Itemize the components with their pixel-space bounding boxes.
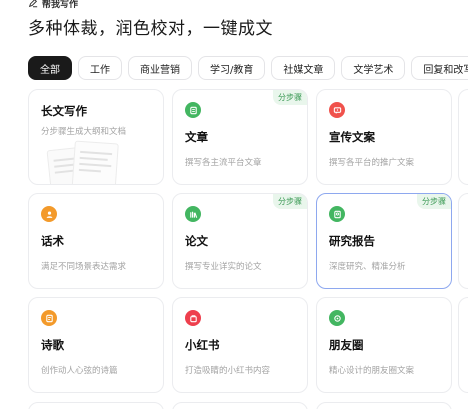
tab-education[interactable]: 学习/教育 bbox=[198, 56, 266, 80]
card-article[interactable]: 分步骤 文章 撰写各主流平台文章 bbox=[172, 89, 308, 185]
card-partial[interactable] bbox=[172, 402, 308, 409]
step-badge: 分步骤 bbox=[273, 90, 307, 105]
tab-reply-rewrite[interactable]: 回复和改写 bbox=[411, 56, 468, 80]
card-moments[interactable]: 朋友圈 精心设计的朋友圈文案 bbox=[316, 297, 452, 393]
card-desc: 分步骤生成大纲和文档 bbox=[41, 127, 127, 137]
books-icon bbox=[185, 206, 201, 222]
megaphone-icon bbox=[329, 102, 345, 118]
card-title: 诗歌 bbox=[41, 338, 64, 352]
person-icon bbox=[41, 206, 57, 222]
tab-all[interactable]: 全部 bbox=[28, 56, 72, 80]
card-thesis[interactable]: 分步骤 论文 撰写专业详实的论文 bbox=[172, 193, 308, 289]
card-title: 小红书 bbox=[185, 338, 220, 352]
moments-icon bbox=[329, 310, 345, 326]
card-title: 长文写作 bbox=[41, 104, 87, 118]
card-desc: 撰写专业详实的论文 bbox=[185, 262, 262, 272]
card-title: 研究报告 bbox=[329, 234, 375, 248]
card-title: 文章 bbox=[185, 130, 208, 144]
tab-social-media[interactable]: 社媒文章 bbox=[271, 56, 336, 80]
card-desc: 满足不同场景表达需求 bbox=[41, 262, 127, 272]
card-partial[interactable] bbox=[458, 297, 468, 393]
poem-icon bbox=[41, 310, 57, 326]
card-promo-copy[interactable]: 宣传文案 撰写各平台的推广文案 bbox=[316, 89, 452, 185]
card-xiaohongshu[interactable]: 小红书 打造吸睛的小红书内容 bbox=[172, 297, 308, 393]
card-poetry[interactable]: 诗歌 创作动人心弦的诗篇 bbox=[28, 297, 164, 393]
card-desc: 深度研究、精准分析 bbox=[329, 262, 406, 272]
category-tabs: 全部 工作 商业营销 学习/教育 社媒文章 文学艺术 回复和改写 bbox=[28, 56, 468, 80]
card-title: 话术 bbox=[41, 234, 64, 248]
card-desc: 精心设计的朋友圈文案 bbox=[329, 366, 415, 376]
card-desc: 创作动人心弦的诗篇 bbox=[41, 366, 118, 376]
xiaohongshu-icon bbox=[185, 310, 201, 326]
card-desc: 打造吸睛的小红书内容 bbox=[185, 366, 271, 376]
page-title: 多种体裁，润色校对，一键成文 bbox=[28, 19, 273, 39]
card-title: 朋友圈 bbox=[329, 338, 364, 352]
report-icon bbox=[329, 206, 345, 222]
step-badge: 分步骤 bbox=[417, 194, 451, 209]
article-icon bbox=[185, 102, 201, 118]
card-scripts[interactable]: 话术 满足不同场景表达需求 bbox=[28, 193, 164, 289]
step-badge: 分步骤 bbox=[273, 194, 307, 209]
card-partial[interactable] bbox=[458, 89, 468, 185]
card-partial[interactable] bbox=[458, 193, 468, 289]
pen-icon bbox=[28, 0, 38, 8]
tab-marketing[interactable]: 商业营销 bbox=[128, 56, 192, 80]
card-partial[interactable] bbox=[316, 402, 452, 409]
card-title: 论文 bbox=[185, 234, 208, 248]
breadcrumb-label: 帮我写作 bbox=[42, 0, 79, 10]
breadcrumb: 帮我写作 bbox=[28, 0, 78, 10]
tab-literature[interactable]: 文学艺术 bbox=[341, 56, 406, 80]
card-title: 宣传文案 bbox=[329, 130, 375, 144]
tab-work[interactable]: 工作 bbox=[78, 56, 122, 80]
card-desc: 撰写各平台的推广文案 bbox=[329, 158, 415, 168]
card-research-report[interactable]: 分步骤 研究报告 深度研究、精准分析 bbox=[316, 193, 452, 289]
card-partial[interactable] bbox=[28, 402, 164, 409]
card-desc: 撰写各主流平台文章 bbox=[185, 158, 262, 168]
card-long-form[interactable]: 长文写作 分步骤生成大纲和文档 bbox=[28, 89, 164, 185]
